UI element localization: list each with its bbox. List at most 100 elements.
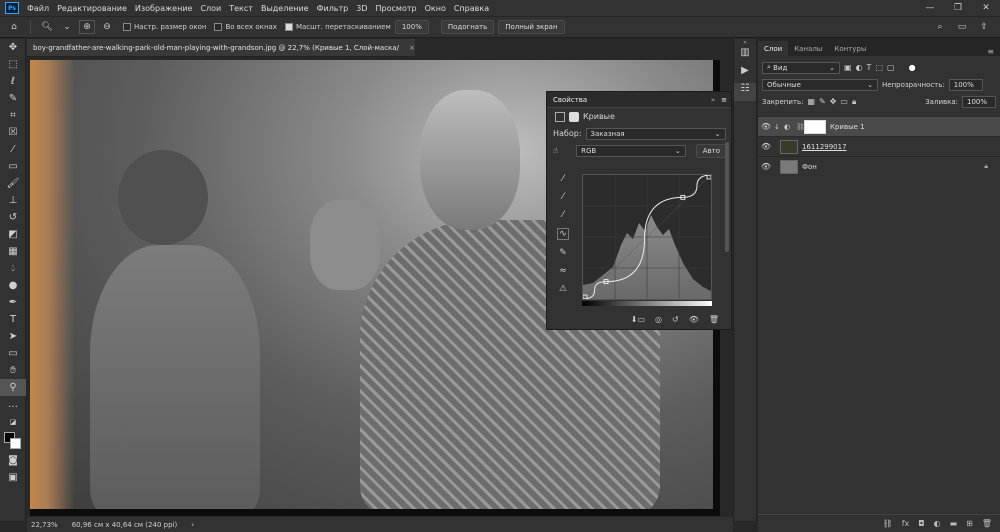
share-icon[interactable]: ⇪	[976, 20, 992, 34]
opacity-field[interactable]: 100%	[948, 78, 983, 91]
checkbox-box[interactable]	[123, 23, 131, 31]
checkbox-box[interactable]	[214, 23, 223, 31]
clip-to-layer-icon[interactable]: ⬇▭	[631, 315, 645, 329]
menu-image[interactable]: Изображение	[131, 4, 197, 13]
black-point-eyedropper-icon[interactable]: ⁄	[562, 174, 564, 184]
stamp-tool-icon[interactable]: ⊥	[0, 192, 26, 209]
menu-view[interactable]: Просмотр	[372, 4, 421, 13]
mask-icon[interactable]	[569, 111, 579, 122]
zoom-icon[interactable]: 🔍︎	[39, 20, 55, 34]
eyedropper-tool-icon[interactable]: ⁄	[0, 141, 26, 158]
workspace-icon[interactable]: ▭	[954, 20, 970, 34]
frame-tool-icon[interactable]: ☒	[0, 124, 26, 141]
add-mask-icon[interactable]: ◘	[918, 519, 924, 528]
zoom-out-icon[interactable]: ⊖	[99, 20, 115, 34]
filter-adjustment-icon[interactable]: ◐	[856, 63, 863, 72]
color-swatches[interactable]	[0, 430, 26, 452]
more-tools-icon[interactable]: …	[0, 396, 26, 413]
view-previous-icon[interactable]: ◎	[655, 315, 662, 329]
lock-artboard-icon[interactable]: ▭	[840, 97, 848, 106]
move-tool-icon[interactable]: ✥	[0, 39, 26, 56]
lock-all-icon[interactable]: 🔒︎	[852, 97, 856, 107]
new-group-icon[interactable]: ▬	[950, 519, 958, 528]
close-tab-icon[interactable]: ×	[409, 44, 415, 52]
preset-select[interactable]: Заказная ⌄	[585, 127, 726, 140]
brush-tool-icon[interactable]: 🖌︎	[0, 175, 26, 192]
layer-row-curves[interactable]: 👁︎ ↓ ◐ ⛓︎ Кривые 1	[758, 116, 1000, 136]
filter-toggle-icon[interactable]: ●	[909, 63, 916, 72]
fill-field[interactable]: 100%	[962, 95, 996, 108]
trash-icon[interactable]: 🗑︎	[982, 519, 992, 528]
fit-screen-button[interactable]: Подогнать	[440, 20, 495, 34]
layer-name[interactable]: Кривые 1	[830, 123, 865, 131]
default-colors-icon[interactable]: ◪	[0, 413, 26, 430]
filter-pixel-icon[interactable]: ▣	[844, 63, 852, 72]
menu-window[interactable]: Окно	[421, 4, 450, 13]
reset-icon[interactable]: ↺	[672, 315, 679, 329]
channel-select[interactable]: RGB ⌄	[576, 144, 686, 157]
layer-filter-select[interactable]: ⌕ Вид ⌄	[762, 61, 840, 74]
zoom-readout[interactable]: 22,73%	[31, 521, 58, 529]
collapse-icon[interactable]: »	[711, 96, 715, 104]
visibility-icon[interactable]: 👁︎	[758, 142, 774, 151]
resize-windows-checkbox[interactable]: Настр. размер окон	[123, 23, 206, 31]
path-select-tool-icon[interactable]: ➤	[0, 328, 26, 345]
layer-row-background[interactable]: 👁︎ Фон 🔒︎	[758, 156, 1000, 176]
filter-shape-icon[interactable]: ⬚	[875, 63, 883, 72]
all-windows-checkbox[interactable]: Во всех окнах	[214, 23, 277, 31]
quick-mask-icon[interactable]: ◙	[0, 452, 26, 469]
menu-type[interactable]: Текст	[225, 4, 257, 13]
maximize-button[interactable]: ❐	[944, 3, 972, 13]
white-point-eyedropper-icon[interactable]: ⁄	[562, 210, 564, 220]
checkbox-box[interactable]	[284, 23, 293, 31]
eraser-tool-icon[interactable]: ◩	[0, 226, 26, 243]
link-layers-icon[interactable]: ⛓︎	[883, 519, 893, 528]
chevron-right-icon[interactable]: ›	[191, 521, 194, 529]
chevron-down-icon[interactable]: ⌄	[59, 20, 75, 34]
curves-graph[interactable]	[582, 174, 712, 300]
zoom-value-field[interactable]: 100%	[394, 20, 429, 34]
collapse-icon[interactable]: «	[734, 39, 756, 47]
menu-help[interactable]: Справка	[450, 4, 493, 13]
document-tab[interactable]: boy-grandfather-are-walking-park-old-man…	[27, 39, 415, 57]
tab-channels[interactable]: Каналы	[788, 41, 828, 56]
visibility-icon[interactable]: 👁︎	[758, 162, 774, 171]
quick-select-tool-icon[interactable]: ✎	[0, 90, 26, 107]
crop-tool-icon[interactable]: ⌗	[0, 107, 26, 124]
layer-name[interactable]: 1611299017	[802, 143, 847, 151]
filter-type-icon[interactable]: T	[867, 63, 872, 72]
gray-point-eyedropper-icon[interactable]: ⁄	[562, 192, 564, 202]
menu-layers[interactable]: Слои	[196, 4, 225, 13]
scrubby-zoom-checkbox[interactable]: Масшт. перетаскиванием	[284, 23, 391, 31]
adjustments-icon[interactable]: ☷	[734, 83, 756, 101]
screen-mode-icon[interactable]: ▣	[0, 469, 26, 486]
fx-icon[interactable]: fx	[902, 519, 910, 528]
new-layer-icon[interactable]: ⊞	[966, 519, 973, 528]
menu-select[interactable]: Выделение	[257, 4, 313, 13]
lock-position-icon[interactable]: ✥	[830, 97, 837, 106]
lock-paint-icon[interactable]: ✎	[819, 97, 826, 106]
healing-tool-icon[interactable]: ▭	[0, 158, 26, 175]
lasso-tool-icon[interactable]: ℓ	[0, 73, 26, 90]
new-adjustment-icon[interactable]: ◐	[934, 519, 941, 528]
zoom-in-icon[interactable]: ⊕	[79, 20, 95, 34]
tab-layers[interactable]: Слои	[758, 41, 789, 56]
panel-scrollbar[interactable]	[725, 142, 729, 252]
play-actions-icon[interactable]: ▶	[734, 65, 756, 83]
layer-mask-thumbnail[interactable]	[804, 119, 826, 134]
history-icon[interactable]: ▥	[734, 47, 756, 65]
dodge-tool-icon[interactable]: ●	[0, 277, 26, 294]
visibility-icon[interactable]: 👁︎	[689, 315, 699, 329]
menu-edit[interactable]: Редактирование	[53, 4, 131, 13]
zoom-tool-icon[interactable]: ⚲	[0, 379, 26, 396]
target-adjust-icon[interactable]: ☝	[553, 146, 564, 155]
menu-file[interactable]: Файл	[23, 4, 53, 13]
layer-row-photo[interactable]: 👁︎ 1611299017	[758, 136, 1000, 156]
hand-tool-icon[interactable]: ✋︎	[0, 362, 26, 379]
minimize-button[interactable]: —	[916, 3, 944, 13]
shape-tool-icon[interactable]: ▭	[0, 345, 26, 362]
marquee-tool-icon[interactable]: ⬚	[0, 56, 26, 73]
curves-svg[interactable]	[582, 174, 712, 300]
auto-button[interactable]: Авто	[695, 143, 727, 158]
visibility-icon[interactable]: 👁︎	[758, 122, 774, 131]
